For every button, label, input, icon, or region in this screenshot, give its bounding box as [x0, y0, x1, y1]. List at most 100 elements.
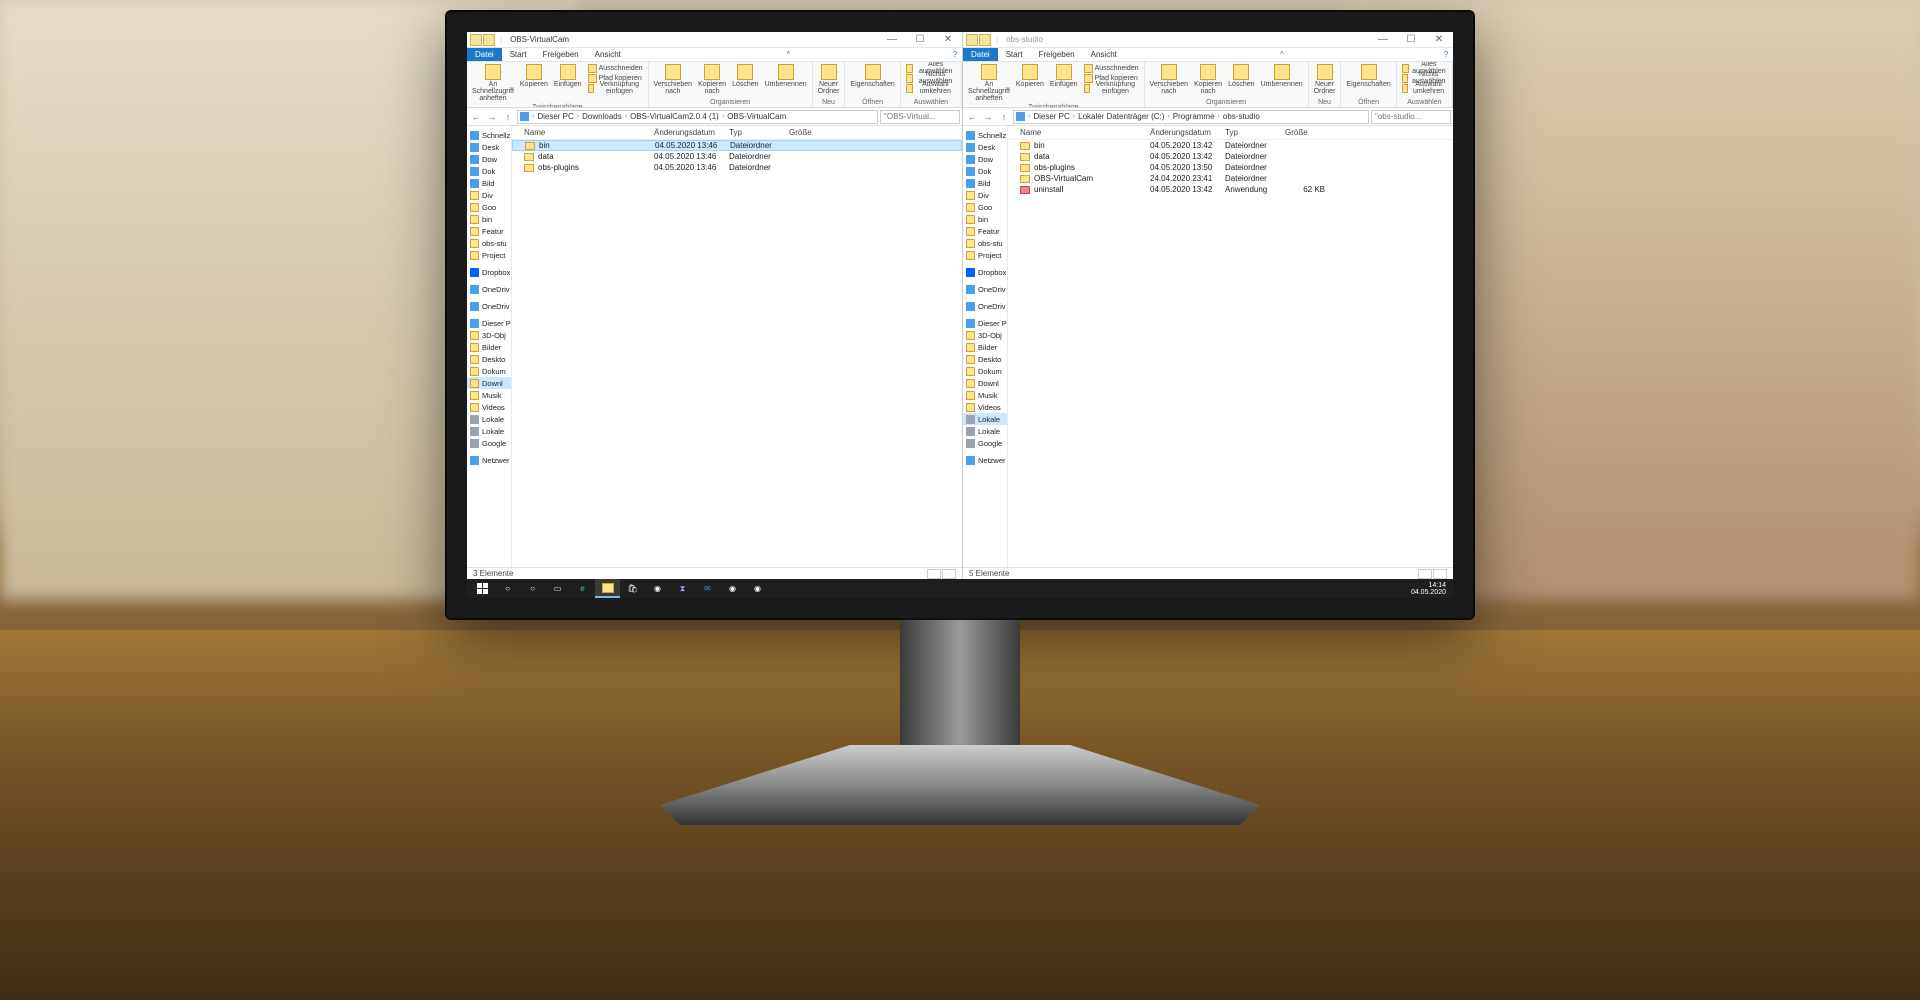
start-button[interactable]: [470, 579, 495, 598]
forward-button[interactable]: →: [485, 110, 499, 124]
ribbon-button[interactable]: NeuerOrdner: [816, 63, 842, 96]
column-size[interactable]: Größe: [789, 128, 829, 137]
breadcrumb-item[interactable]: Downloads: [582, 112, 622, 121]
help-icon[interactable]: ?: [1439, 48, 1453, 61]
ribbon-button[interactable]: An Schnellzugriffanheften: [966, 63, 1012, 103]
nav-item[interactable]: Musik: [963, 389, 1007, 401]
nav-item[interactable]: Netzwer: [963, 454, 1007, 466]
breadcrumb-item[interactable]: obs-studio: [1223, 112, 1260, 121]
column-date[interactable]: Änderungsdatum: [1150, 128, 1225, 137]
up-button[interactable]: ↑: [997, 110, 1011, 124]
nav-item[interactable]: 3D-Obj: [467, 329, 511, 341]
minimize-button[interactable]: —: [1369, 32, 1397, 48]
nav-item[interactable]: Dok: [467, 165, 511, 177]
edge-icon[interactable]: e: [570, 579, 595, 598]
forward-button[interactable]: →: [981, 110, 995, 124]
file-list[interactable]: Name Änderungsdatum Typ Größe bin04.05.2…: [1008, 126, 1453, 567]
ribbon-button[interactable]: Kopieren nach: [696, 63, 728, 96]
ribbon-button[interactable]: Auswahl umkehren: [904, 83, 958, 93]
breadcrumb[interactable]: ›Dieser PC›Downloads›OBS-VirtualCam2.0.4…: [517, 110, 878, 124]
nav-item[interactable]: Bilder: [963, 341, 1007, 353]
view-thumbnails-button[interactable]: [1433, 569, 1447, 579]
file-list[interactable]: Name Änderungsdatum Typ Größe bin04.05.2…: [512, 126, 962, 567]
breadcrumb-item[interactable]: OBS-VirtualCam: [727, 112, 786, 121]
column-name[interactable]: Name: [524, 128, 654, 137]
column-date[interactable]: Änderungsdatum: [654, 128, 729, 137]
nav-item[interactable]: Featur: [963, 225, 1007, 237]
app-icon[interactable]: ◉: [745, 579, 770, 598]
nav-item[interactable]: OneDriv: [963, 300, 1007, 312]
search-input[interactable]: [880, 110, 960, 124]
file-row[interactable]: data04.05.2020 13:42Dateiordner: [1008, 151, 1453, 162]
nav-item[interactable]: bin: [467, 213, 511, 225]
up-button[interactable]: ↑: [501, 110, 515, 124]
nav-item[interactable]: Dow: [963, 153, 1007, 165]
breadcrumb-item[interactable]: Dieser PC: [537, 112, 573, 121]
taskview-icon[interactable]: ▭: [545, 579, 570, 598]
nav-item[interactable]: Deskto: [963, 353, 1007, 365]
nav-item[interactable]: Bild: [467, 177, 511, 189]
mail-icon[interactable]: ✉: [695, 579, 720, 598]
nav-item[interactable]: Videos: [467, 401, 511, 413]
file-row[interactable]: obs-plugins04.05.2020 13:46Dateiordner: [512, 162, 962, 173]
ribbon-button[interactable]: Kopieren: [518, 63, 550, 89]
nav-item[interactable]: Project: [467, 249, 511, 261]
titlebar[interactable]: | obs-studio — ☐ ✕: [963, 32, 1453, 48]
breadcrumb-item[interactable]: OBS-VirtualCam2.0.4 (1): [630, 112, 719, 121]
collapse-ribbon-icon[interactable]: ^: [1275, 48, 1289, 61]
nav-item[interactable]: Dropbox: [963, 266, 1007, 278]
ribbon-button[interactable]: Löschen: [1226, 63, 1256, 89]
minimize-button[interactable]: —: [878, 32, 906, 48]
tab-freigeben[interactable]: Freigeben: [535, 48, 587, 61]
tab-datei[interactable]: Datei: [467, 48, 502, 61]
help-icon[interactable]: ?: [948, 48, 962, 61]
nav-item[interactable]: bin: [963, 213, 1007, 225]
view-details-button[interactable]: [927, 569, 941, 579]
nav-item[interactable]: obs-stu: [963, 237, 1007, 249]
ribbon-button[interactable]: Verschieben nach: [1148, 63, 1191, 96]
ribbon-button[interactable]: Verknüpfung einfügen: [1082, 83, 1141, 93]
nav-item[interactable]: Netzwer: [467, 454, 511, 466]
search-icon[interactable]: ○: [495, 579, 520, 598]
nav-item[interactable]: Goo: [963, 201, 1007, 213]
maximize-button[interactable]: ☐: [1397, 32, 1425, 48]
tab-start[interactable]: Start: [502, 48, 535, 61]
search-input[interactable]: [1371, 110, 1451, 124]
tab-ansicht[interactable]: Ansicht: [587, 48, 629, 61]
breadcrumb-item[interactable]: Programme: [1173, 112, 1215, 121]
nav-item[interactable]: Project: [963, 249, 1007, 261]
store-icon[interactable]: 🛍: [620, 579, 645, 598]
nav-item[interactable]: Bild: [963, 177, 1007, 189]
nav-item[interactable]: Bilder: [467, 341, 511, 353]
nav-item[interactable]: Dokum: [963, 365, 1007, 377]
file-row[interactable]: data04.05.2020 13:46Dateiordner: [512, 151, 962, 162]
nav-item[interactable]: Dow: [467, 153, 511, 165]
nav-item[interactable]: Dropbox: [467, 266, 511, 278]
breadcrumb[interactable]: ›Dieser PC›Lokaler Datenträger (C:)›Prog…: [1013, 110, 1369, 124]
nav-item[interactable]: Desk: [467, 141, 511, 153]
ribbon-button[interactable]: Verknüpfung einfügen: [586, 83, 645, 93]
chrome-icon[interactable]: ◉: [720, 579, 745, 598]
nav-item[interactable]: Schnellz: [467, 129, 511, 141]
nav-item[interactable]: Dieser P: [963, 317, 1007, 329]
close-button[interactable]: ✕: [934, 32, 962, 48]
nav-item[interactable]: Lokale: [963, 413, 1007, 425]
file-row[interactable]: bin04.05.2020 13:46Dateiordner: [512, 140, 962, 151]
tab-datei[interactable]: Datei: [963, 48, 998, 61]
nav-item[interactable]: Downl: [467, 377, 511, 389]
nav-item[interactable]: Musik: [467, 389, 511, 401]
ribbon-button[interactable]: NeuerOrdner: [1312, 63, 1338, 96]
ribbon-button[interactable]: Ausschneiden: [586, 63, 645, 73]
nav-item[interactable]: Goo: [467, 201, 511, 213]
clock[interactable]: 14:14 04.05.2020: [1411, 582, 1450, 596]
ribbon-button[interactable]: Löschen: [730, 63, 760, 89]
nav-item[interactable]: Div: [467, 189, 511, 201]
close-button[interactable]: ✕: [1425, 32, 1453, 48]
file-row[interactable]: bin04.05.2020 13:42Dateiordner: [1008, 140, 1453, 151]
ribbon-button[interactable]: Einfügen: [552, 63, 584, 89]
vs-icon[interactable]: ⧗: [670, 579, 695, 598]
breadcrumb-item[interactable]: Dieser PC: [1033, 112, 1069, 121]
nav-item[interactable]: Dok: [963, 165, 1007, 177]
ribbon-button[interactable]: Eigenschaften: [1344, 63, 1392, 89]
navigation-pane[interactable]: SchnellzDeskDowDokBildDivGoobinFeaturobs…: [963, 126, 1008, 567]
